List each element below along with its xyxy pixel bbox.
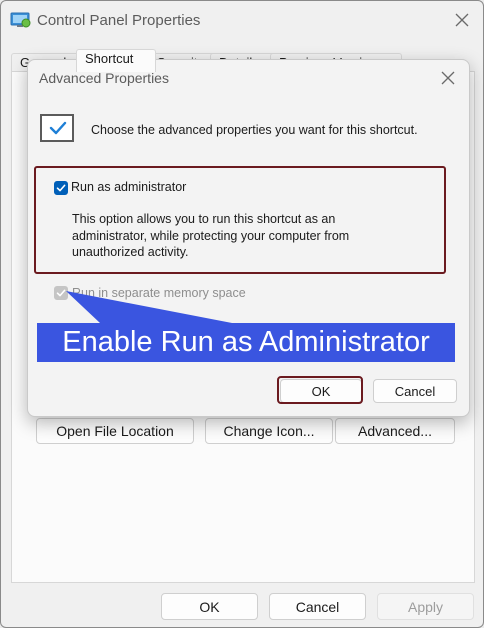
callout-pointer: [66, 291, 232, 323]
tab-shortcut[interactable]: Shortcut: [76, 49, 156, 72]
ok-highlight-box: [277, 376, 363, 404]
annotation-banner: Enable Run as Administrator: [37, 323, 455, 362]
